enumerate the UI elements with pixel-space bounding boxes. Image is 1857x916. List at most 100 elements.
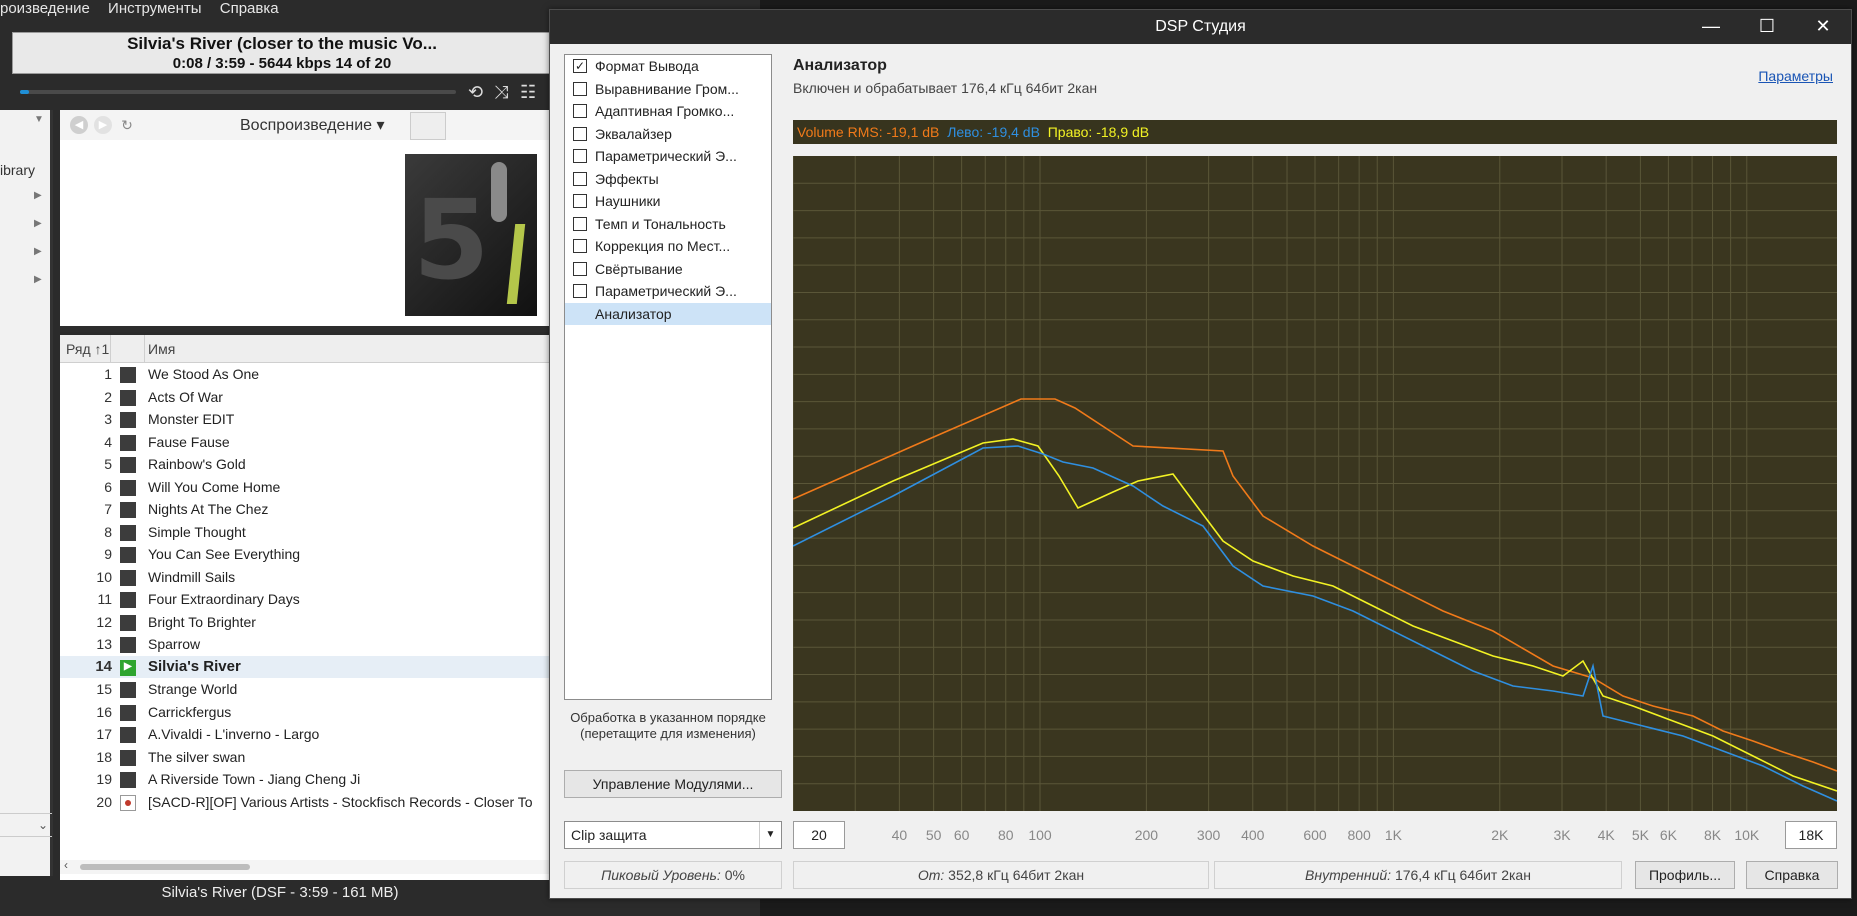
peak-level-label: Пиковый Уровень: — [601, 867, 721, 883]
help-button[interactable]: Справка — [1746, 861, 1838, 889]
module-checkbox[interactable] — [573, 126, 587, 141]
frequency-tick-label: 2K — [1491, 827, 1509, 843]
chevron-right-icon[interactable]: ▶ — [34, 190, 42, 201]
module-checkbox[interactable] — [573, 216, 587, 231]
profile-button[interactable]: Профиль... — [1635, 861, 1735, 889]
module-checkbox[interactable] — [573, 194, 587, 208]
track-row[interactable]: 11 Four Extraordinary Days — [60, 588, 560, 611]
module-item[interactable]: Параметрический Э... — [565, 145, 771, 168]
clip-protection-select[interactable]: Clip защита ▼ — [564, 821, 782, 849]
tab-empty[interactable] — [410, 112, 446, 140]
max-frequency-field[interactable]: 18K — [1785, 821, 1837, 849]
track-row[interactable]: 8 Simple Thought — [60, 521, 560, 544]
track-row[interactable]: 18 The silver swan — [60, 746, 560, 769]
module-item[interactable]: ✓ Формат Вывода — [565, 55, 771, 78]
chevron-right-icon[interactable]: ▶ — [34, 246, 42, 257]
menu-playback[interactable]: роизведение — [0, 0, 90, 17]
frequency-tick-label: 10K — [1734, 827, 1760, 843]
equalizer-icon[interactable]: ☷ — [520, 82, 536, 103]
close-icon[interactable]: ✕ — [1795, 10, 1851, 44]
track-row[interactable]: 5 Rainbow's Gold — [60, 453, 560, 476]
tree-combo[interactable]: ⌄ — [0, 813, 52, 837]
window-titlebar[interactable]: DSP Студия — ☐ ✕ — [550, 10, 1851, 44]
chevron-right-icon[interactable]: ▶ — [34, 218, 42, 229]
module-item[interactable]: Адаптивная Громко... — [565, 100, 771, 123]
module-item[interactable]: Анализатор — [565, 302, 771, 325]
module-checkbox[interactable] — [573, 284, 587, 298]
pane-splitter[interactable] — [60, 326, 560, 332]
shuffle-icon[interactable]: ⤨ — [494, 82, 508, 103]
module-item[interactable]: Выравнивание Гром... — [565, 78, 771, 101]
module-item[interactable]: Темп и Тональность — [565, 213, 771, 236]
chevron-down-icon[interactable]: ▼ — [759, 822, 781, 848]
track-number: 11 — [97, 591, 112, 607]
module-checkbox[interactable]: ✓ — [573, 59, 587, 73]
module-checkbox[interactable] — [573, 149, 587, 163]
module-item[interactable]: Эквалайзер — [565, 123, 771, 146]
column-name[interactable]: Имя — [148, 341, 175, 357]
track-row[interactable]: 3 Monster EDIT — [60, 408, 560, 431]
track-row[interactable]: 6 Will You Come Home — [60, 476, 560, 499]
scroll-left-icon[interactable]: ‹ — [64, 858, 68, 872]
track-row[interactable]: 1 We Stood As One — [60, 363, 560, 386]
module-item[interactable]: Свёртывание — [565, 258, 771, 281]
refresh-icon[interactable]: ↻ — [118, 116, 136, 134]
menu-help[interactable]: Справка — [220, 0, 279, 17]
column-order[interactable]: Ряд ↑1 — [66, 341, 109, 357]
module-item[interactable]: Параметрический Э... — [565, 280, 771, 303]
parameters-link[interactable]: Параметры — [1758, 68, 1833, 84]
track-row[interactable]: 19 A Riverside Town - Jiang Cheng Ji — [60, 768, 560, 791]
manage-modules-button[interactable]: Управление Модулями... — [564, 770, 782, 798]
track-row[interactable]: 7 Nights At The Chez — [60, 498, 560, 521]
module-checkbox[interactable] — [573, 104, 587, 118]
frequency-tick-label: 400 — [1241, 827, 1265, 843]
now-playing-title: Silvia's River (closer to the music Vo..… — [127, 34, 437, 53]
track-row[interactable]: 10 Windmill Sails — [60, 566, 560, 589]
module-checkbox[interactable] — [573, 239, 587, 253]
min-frequency-field[interactable]: 20 — [793, 821, 845, 849]
track-row[interactable]: 14 Silvia's River — [60, 655, 560, 678]
volume-rms-readout: Volume RMS: -19,1 dB — [797, 124, 940, 140]
chevron-right-icon[interactable]: ▶ — [34, 274, 42, 285]
tree-item-library[interactable]: ibrary — [0, 162, 35, 178]
tab-playback[interactable]: Воспроизведение ▾ — [216, 112, 391, 140]
track-title: Bright To Brighter — [148, 613, 256, 630]
track-row[interactable]: 9 You Can See Everything — [60, 543, 560, 566]
maximize-icon[interactable]: ☐ — [1739, 10, 1795, 44]
input-format-label: От: — [917, 867, 945, 883]
track-number: 8 — [104, 523, 112, 540]
track-row[interactable]: 4 Fause Fause — [60, 431, 560, 454]
minimize-icon[interactable]: — — [1683, 10, 1739, 44]
repeat-icon[interactable]: ⟲ — [468, 82, 483, 103]
scrollbar-thumb[interactable] — [80, 864, 250, 870]
chevron-down-icon[interactable]: ▼ — [34, 114, 44, 125]
track-row[interactable]: 15 Strange World — [60, 678, 560, 701]
module-item[interactable]: Эффекты — [565, 168, 771, 191]
horizontal-scrollbar[interactable]: ‹ — [60, 858, 560, 874]
module-item[interactable]: Наушники — [565, 190, 771, 213]
analyzer-title: Анализатор — [793, 57, 887, 74]
track-row[interactable]: 12 Bright To Brighter — [60, 611, 560, 634]
album-thumb-icon — [120, 502, 136, 518]
track-row[interactable]: 17 A.Vivaldi - L'inverno - Largo — [60, 723, 560, 746]
track-row[interactable]: 20 [SACD-R][OF] Various Artists - Stockfi… — [60, 791, 560, 814]
module-label: Наушники — [595, 193, 661, 209]
module-checkbox[interactable] — [573, 171, 587, 186]
album-thumb-icon — [120, 547, 136, 563]
track-row[interactable]: 16 Carrickfergus — [60, 701, 560, 724]
module-label: Свёртывание — [595, 260, 683, 277]
track-row[interactable]: 2 Acts Of War — [60, 386, 560, 409]
back-icon[interactable]: ◀ — [70, 116, 88, 134]
module-checkbox[interactable] — [573, 261, 587, 276]
internal-format-value: 176,4 кГц 64бит 2кан — [1394, 867, 1531, 883]
album-thumb-icon — [120, 637, 136, 653]
forward-icon[interactable]: ▶ — [94, 116, 112, 134]
right-level-readout: Право: -18,9 dB — [1047, 124, 1150, 140]
track-number: 9 — [104, 546, 112, 562]
track-row[interactable]: 13 Sparrow — [60, 633, 560, 656]
menu-tools[interactable]: Инструменты — [108, 0, 202, 17]
module-item[interactable]: Коррекция по Мест... — [565, 235, 771, 258]
module-checkbox[interactable] — [573, 81, 587, 96]
seek-bar[interactable] — [20, 90, 456, 94]
track-title: Four Extraordinary Days — [148, 591, 300, 607]
